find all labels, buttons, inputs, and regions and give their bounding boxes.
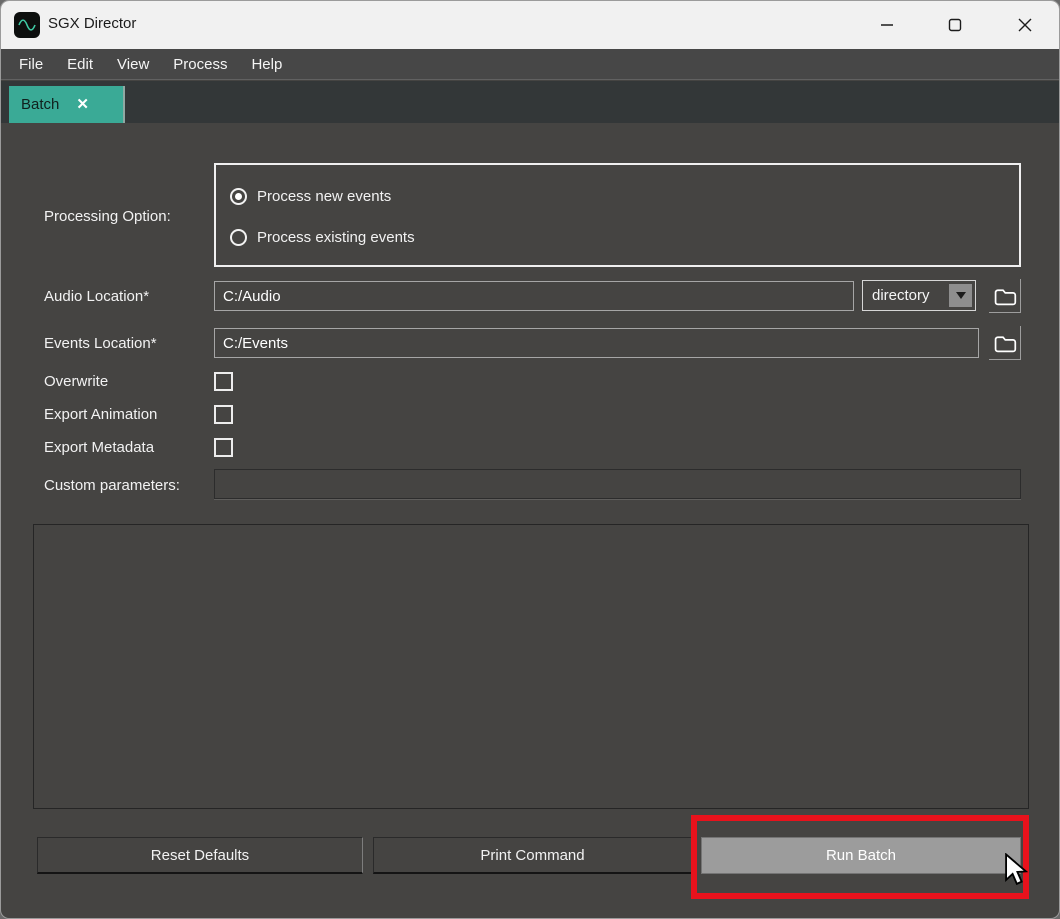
minimize-button[interactable] (864, 1, 910, 48)
audio-browse-button[interactable] (989, 279, 1021, 313)
audio-location-input[interactable] (214, 281, 854, 311)
custom-parameters-label: Custom parameters: (44, 476, 180, 496)
folder-icon (993, 332, 1017, 354)
window-title: SGX Director (48, 15, 136, 32)
tabbar: Batch ✕ (1, 81, 1059, 123)
app-window: SGX Director File Edit View Process Help… (0, 0, 1060, 919)
radio-process-new-icon[interactable] (230, 188, 247, 205)
export-metadata-checkbox[interactable] (214, 438, 233, 457)
audio-mode-selected: directory (863, 287, 949, 304)
run-batch-button[interactable]: Run Batch (701, 837, 1021, 874)
close-button[interactable] (1002, 1, 1048, 48)
menu-item-view[interactable]: View (115, 54, 151, 75)
processing-option-label: Processing Option: (44, 207, 171, 227)
menu-item-help[interactable]: Help (249, 54, 284, 75)
export-metadata-label: Export Metadata (44, 438, 154, 458)
menu-item-process[interactable]: Process (171, 54, 229, 75)
radio-process-new[interactable]: Process new events (230, 188, 391, 205)
events-location-label: Events Location* (44, 334, 157, 354)
export-animation-label: Export Animation (44, 405, 157, 425)
radio-process-existing-icon[interactable] (230, 229, 247, 246)
custom-parameters-input[interactable] (214, 469, 1021, 499)
app-logo-icon (14, 12, 40, 38)
audio-location-label: Audio Location* (44, 287, 149, 307)
radio-process-new-label: Process new events (257, 188, 391, 205)
overwrite-checkbox[interactable] (214, 372, 233, 391)
events-browse-button[interactable] (989, 326, 1021, 360)
titlebar[interactable]: SGX Director (1, 1, 1059, 49)
radio-process-existing-label: Process existing events (257, 229, 415, 246)
radio-process-existing[interactable]: Process existing events (230, 229, 415, 246)
processing-option-group (214, 163, 1021, 267)
folder-icon (993, 285, 1017, 307)
output-log-panel (33, 524, 1029, 809)
print-command-button[interactable]: Print Command (373, 837, 692, 874)
audio-mode-dropdown[interactable]: directory (862, 280, 976, 311)
chevron-down-icon[interactable] (949, 284, 972, 307)
menu-item-edit[interactable]: Edit (65, 54, 95, 75)
tab-batch[interactable]: Batch ✕ (9, 86, 125, 123)
reset-defaults-button[interactable]: Reset Defaults (37, 837, 363, 874)
tab-batch-label: Batch (21, 96, 59, 113)
menubar: File Edit View Process Help (1, 49, 1059, 80)
maximize-button[interactable] (932, 1, 978, 48)
menu-item-file[interactable]: File (17, 54, 45, 75)
tab-close-icon[interactable]: ✕ (76, 97, 89, 112)
events-location-input[interactable] (214, 328, 979, 358)
export-animation-checkbox[interactable] (214, 405, 233, 424)
overwrite-label: Overwrite (44, 372, 108, 392)
